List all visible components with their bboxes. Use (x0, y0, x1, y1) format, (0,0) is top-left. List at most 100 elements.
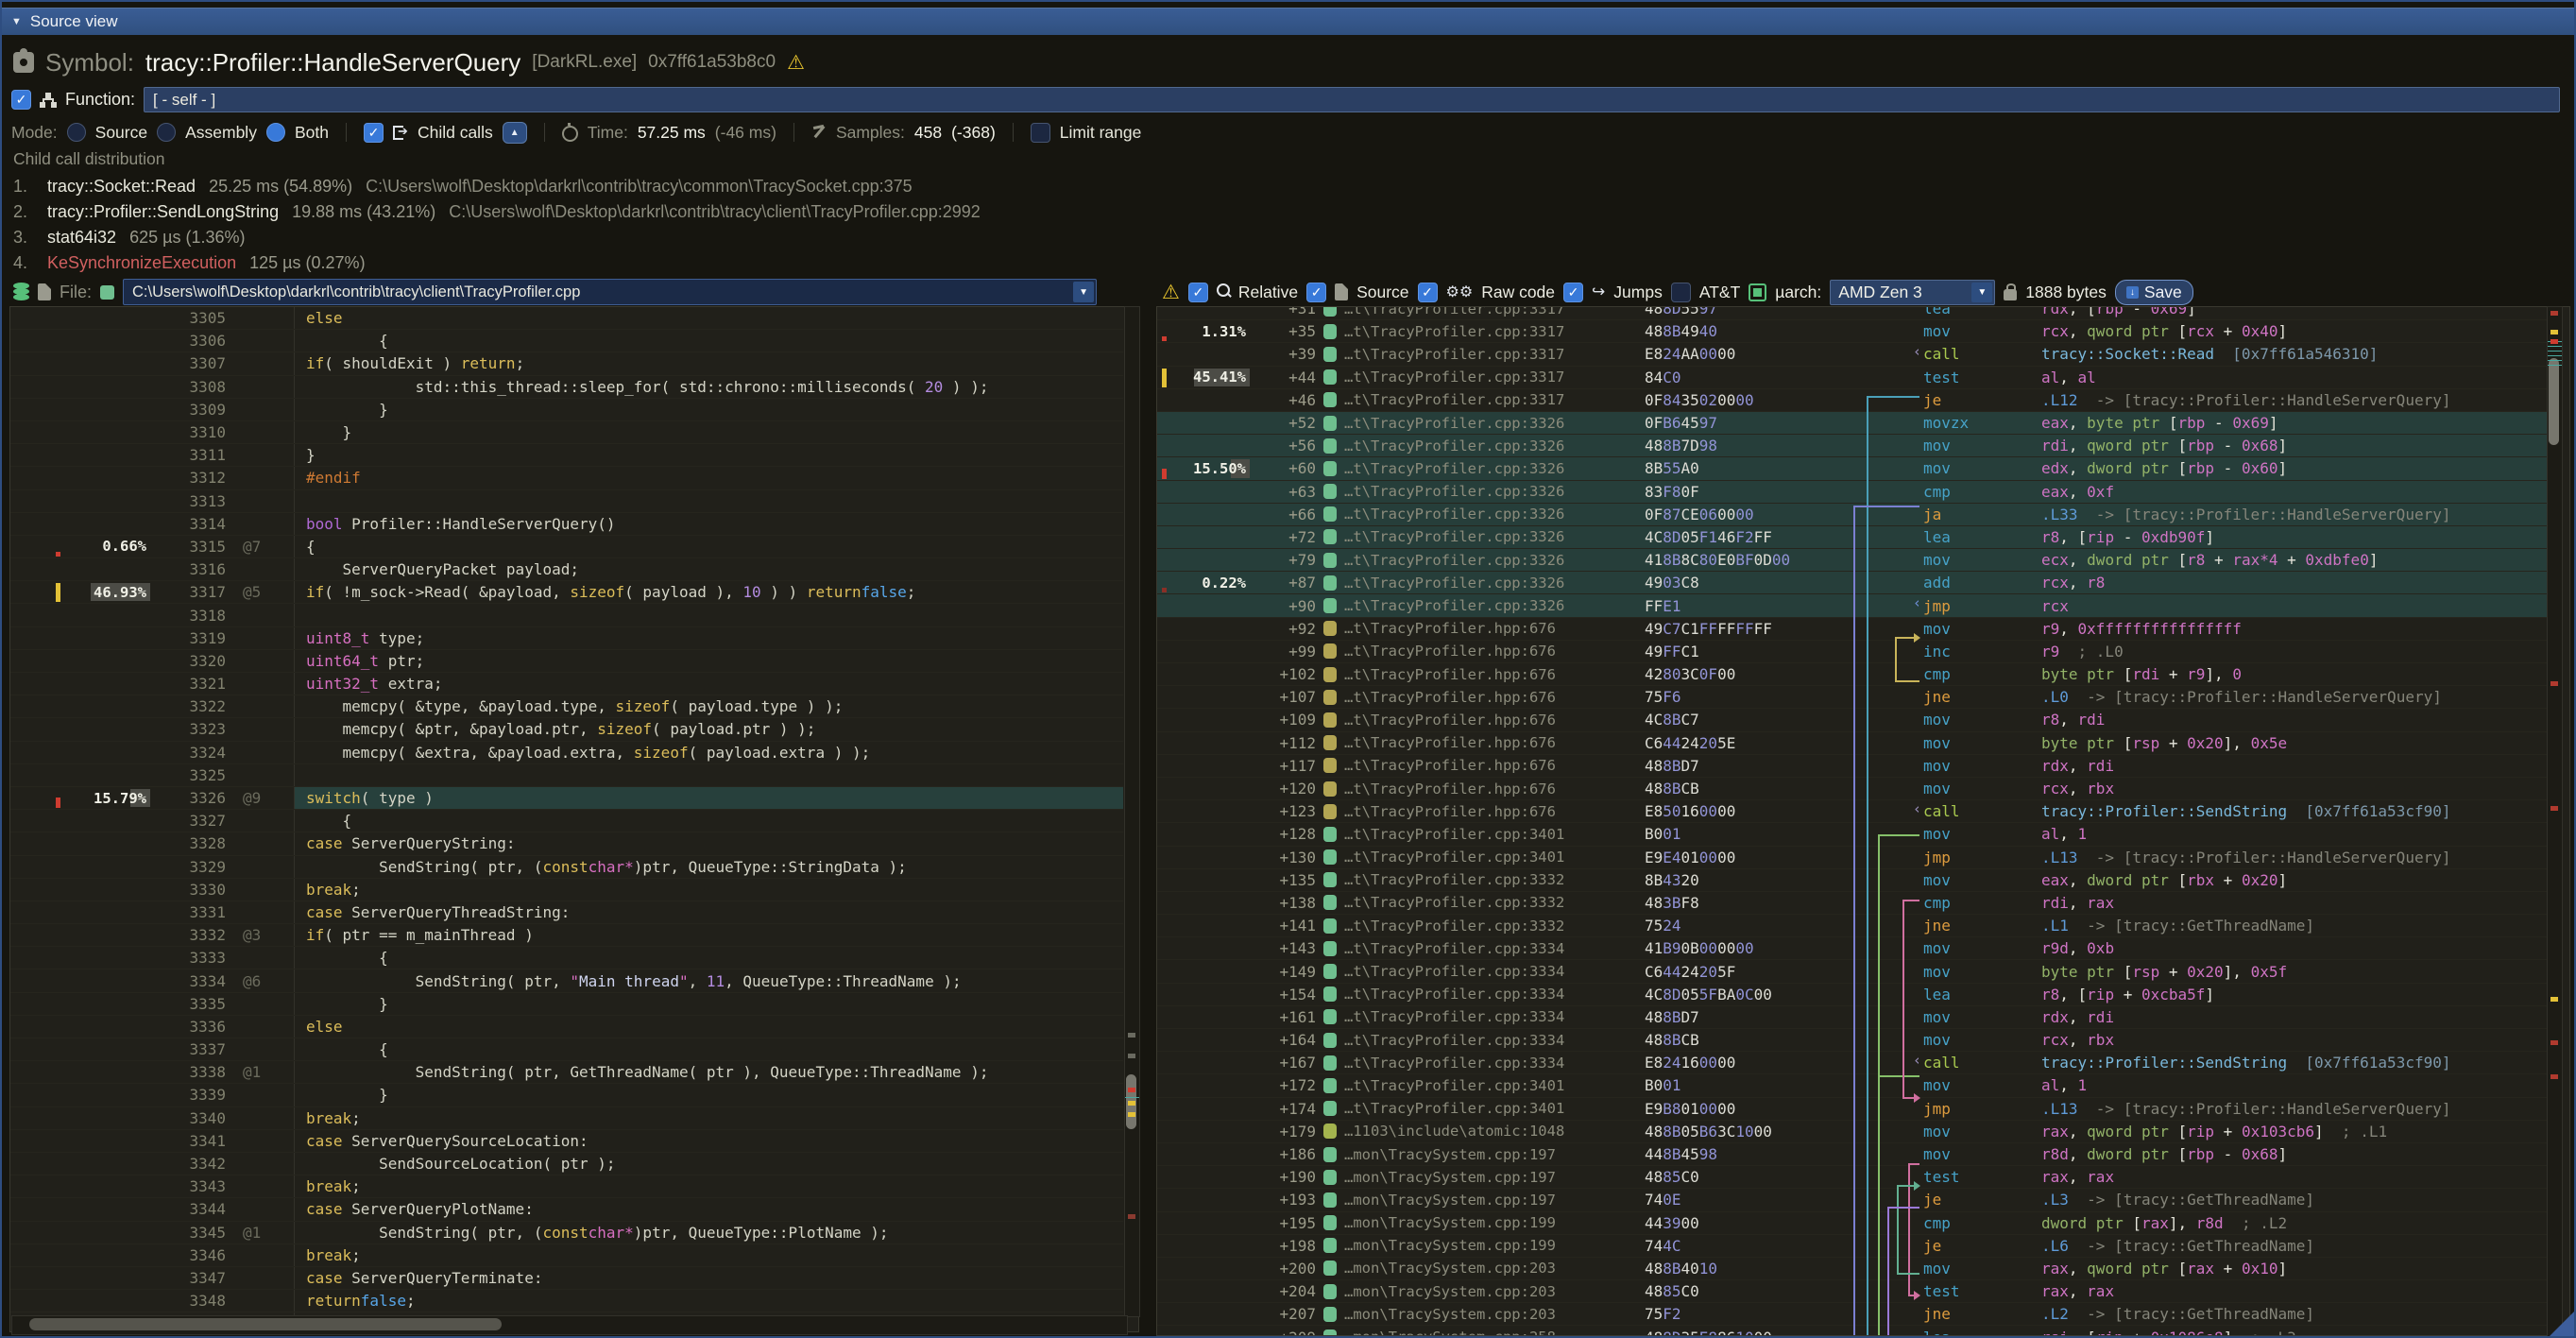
asm-instruction-row[interactable]: +130…t\TracyProfiler.cpp:3401E9E4010000j… (1157, 847, 2552, 869)
source-line[interactable]: 3312#endif (10, 467, 1123, 489)
asm-instruction-row[interactable]: 1.31%+35…t\TracyProfiler.cpp:3317488B494… (1157, 320, 2552, 343)
source-line[interactable]: 3323 memcpy( &ptr, &payload.ptr, sizeof(… (10, 718, 1123, 741)
asm-instruction-row[interactable]: +207…mon\TracySystem.cpp:20375F2jne.L2 -… (1157, 1303, 2552, 1326)
instr-source-location[interactable]: …t\TracyProfiler.cpp:3326 (1344, 552, 1645, 569)
asm-instruction-row[interactable]: +154…t\TracyProfiler.cpp:33344C8D055FBA0… (1157, 984, 2552, 1006)
instr-source-location[interactable]: …t\TracyProfiler.hpp:676 (1344, 712, 1645, 729)
asm-instruction-row[interactable]: +102…t\TracyProfiler.hpp:67642803C0F00cm… (1157, 663, 2552, 686)
asm-instruction-row[interactable]: +31…t\TracyProfiler.cpp:3317488D5597lear… (1157, 306, 2552, 320)
source-line[interactable]: 3342 SendSourceLocation( ptr ); (10, 1153, 1123, 1175)
asm-instruction-row[interactable]: +52…t\TracyProfiler.cpp:33260FB64597movz… (1157, 412, 2552, 435)
child-call-item[interactable]: 1.tracy::Socket::Read25.25 ms (54.89%)C:… (13, 174, 1619, 199)
asm-instruction-row[interactable]: +186…mon\TracySystem.cpp:197448B4598movr… (1157, 1143, 2552, 1166)
asm-instruction-row[interactable]: +79…t\TracyProfiler.cpp:3326418B8C80E0BF… (1157, 549, 2552, 572)
asm-instruction-row[interactable]: +92…t\TracyProfiler.hpp:67649C7C1FFFFFFF… (1157, 618, 2552, 641)
instr-source-location[interactable]: …t\TracyProfiler.cpp:3326 (1344, 575, 1645, 592)
source-line[interactable]: 3335 } (10, 993, 1123, 1016)
source-line[interactable]: 3330 break; (10, 879, 1123, 901)
instr-source-location[interactable]: …mon\TracySystem.cpp:203 (1344, 1283, 1645, 1300)
asm-instruction-row[interactable]: +99…t\TracyProfiler.hpp:67649FFC1incr9 ;… (1157, 641, 2552, 663)
source-line[interactable]: 3308 std::this_thread::sleep_for( std::c… (10, 376, 1123, 399)
source-line[interactable]: 3344 case ServerQueryPlotName: (10, 1198, 1123, 1221)
asm-instruction-row[interactable]: +164…t\TracyProfiler.cpp:3334488BCBmovrc… (1157, 1029, 2552, 1052)
asm-instruction-row[interactable]: +135…t\TracyProfiler.cpp:33328B4320movea… (1157, 869, 2552, 892)
instr-source-location[interactable]: …mon\TracySystem.cpp:203 (1344, 1260, 1645, 1277)
asm-instruction-row[interactable]: +204…mon\TracySystem.cpp:2034885C0testra… (1157, 1280, 2552, 1303)
instr-source-location[interactable]: …t\TracyProfiler.hpp:676 (1344, 757, 1645, 774)
instr-source-location[interactable]: …t\TracyProfiler.cpp:3334 (1344, 1008, 1645, 1025)
source-line[interactable]: 3324 memcpy( &extra, &payload.extra, siz… (10, 742, 1123, 764)
source-line[interactable]: 3307 if( shouldExit ) return; (10, 352, 1123, 375)
instr-source-location[interactable]: …t\TracyProfiler.cpp:3317 (1344, 306, 1645, 317)
instr-source-location[interactable]: …t\TracyProfiler.cpp:3401 (1344, 849, 1645, 866)
source-line[interactable]: 3322 memcpy( &type, &payload.type, sizeo… (10, 695, 1123, 718)
database-icon[interactable] (13, 283, 29, 301)
source-line[interactable]: 3331 case ServerQueryThreadString: (10, 901, 1123, 924)
source-line[interactable]: 3310 } (10, 421, 1123, 444)
source-line[interactable]: 3329 SendString( ptr, (const char*)ptr, … (10, 856, 1123, 879)
source-line[interactable]: 3305 else (10, 307, 1123, 330)
limit-range-checkbox[interactable]: ✓ (1031, 123, 1050, 143)
instr-source-location[interactable]: …t\TracyProfiler.cpp:3401 (1344, 826, 1645, 843)
instr-source-location[interactable]: …t\TracyProfiler.cpp:3401 (1344, 1100, 1645, 1117)
child-calls-up-button[interactable]: ▲ (503, 122, 527, 144)
att-checkbox[interactable]: ✓ (1671, 283, 1691, 302)
asm-instruction-row[interactable]: +167…t\TracyProfiler.cpp:3334E824160000‹… (1157, 1052, 2552, 1074)
instr-source-location[interactable]: …t\TracyProfiler.cpp:3334 (1344, 963, 1645, 980)
asm-instruction-row[interactable]: +198…mon\TracySystem.cpp:199744Cje.L6 ->… (1157, 1235, 2552, 1258)
asm-instruction-row[interactable]: +123…t\TracyProfiler.hpp:676E850160000‹c… (1157, 800, 2552, 823)
source-pane[interactable]: 3305 else3306 {3307 if( shouldExit ) ret… (9, 306, 1139, 1332)
raw-code-checkbox[interactable]: ✓ (1418, 283, 1438, 302)
save-button[interactable]: ↓ Save (2115, 280, 2193, 305)
source-line[interactable]: 3341 case ServerQuerySourceLocation: (10, 1130, 1123, 1153)
asm-instruction-row[interactable]: +190…mon\TracySystem.cpp:1974885C0testra… (1157, 1166, 2552, 1189)
asm-instruction-row[interactable]: +195…mon\TracySystem.cpp:199443900cmpdwo… (1157, 1212, 2552, 1235)
asm-instruction-row[interactable]: +63…t\TracyProfiler.cpp:332683F80Fcmpeax… (1157, 481, 2552, 504)
source-line[interactable]: 3311} (10, 444, 1123, 467)
source-line[interactable]: 3333 { (10, 947, 1123, 969)
instr-source-location[interactable]: …t\TracyProfiler.cpp:3401 (1344, 1077, 1645, 1094)
instr-source-location[interactable]: …mon\TracySystem.cpp:197 (1344, 1146, 1645, 1163)
instr-source-location[interactable]: …mon\TracySystem.cpp:199 (1344, 1237, 1645, 1254)
instr-source-location[interactable]: …t\TracyProfiler.hpp:676 (1344, 643, 1645, 660)
chevron-down-icon[interactable]: ▼ (1971, 283, 1992, 302)
relative-checkbox[interactable]: ✓ (1188, 283, 1208, 302)
instr-source-location[interactable]: …t\TracyProfiler.cpp:3326 (1344, 437, 1645, 455)
child-call-item[interactable]: 2.tracy::Profiler::SendLongString19.88 m… (13, 199, 1619, 225)
child-call-item[interactable]: 4.KeSynchronizeExecution125 µs (0.27%) (13, 250, 1619, 274)
instr-source-location[interactable]: …t\TracyProfiler.cpp:3332 (1344, 894, 1645, 911)
instr-source-location[interactable]: …t\TracyProfiler.cpp:3332 (1344, 918, 1645, 935)
radio-source[interactable] (67, 123, 86, 142)
instr-source-location[interactable]: …t\TracyProfiler.cpp:3332 (1344, 871, 1645, 888)
source-line[interactable]: 3319 uint8_t type; (10, 627, 1123, 650)
assembly-scrollbar[interactable] (2547, 306, 2563, 1338)
source-line[interactable]: 3306 { (10, 330, 1123, 352)
source-line[interactable]: 15.79%3326@9 switch( type ) (10, 787, 1123, 810)
asm-instruction-row[interactable]: +109…t\TracyProfiler.hpp:6764C8BC7movr8,… (1157, 709, 2552, 731)
instr-source-location[interactable]: …t\TracyProfiler.cpp:3334 (1344, 1055, 1645, 1072)
source-line[interactable]: 3338@1 SendString( ptr, GetThreadName( p… (10, 1061, 1123, 1084)
instr-source-location[interactable]: …mon\TracySystem.cpp:197 (1344, 1169, 1645, 1186)
radio-assembly[interactable] (157, 123, 176, 142)
instr-source-location[interactable]: …t\TracyProfiler.cpp:3326 (1344, 415, 1645, 432)
instr-source-location[interactable]: …t\TracyProfiler.hpp:676 (1344, 620, 1645, 637)
instr-source-location[interactable]: …mon\TracySystem.cpp:197 (1344, 1192, 1645, 1209)
instr-source-location[interactable]: …t\TracyProfiler.cpp:3326 (1344, 597, 1645, 614)
file-combo[interactable]: C:\Users\wolf\Desktop\darkrl\contrib\tra… (123, 279, 1097, 305)
chevron-down-icon[interactable]: ▼ (1073, 282, 1094, 302)
asm-instruction-row[interactable]: +193…mon\TracySystem.cpp:197740Eje.L3 ->… (1157, 1189, 2552, 1211)
asm-instruction-row[interactable]: +72…t\TracyProfiler.cpp:33264C8D05F146F2… (1157, 526, 2552, 549)
collapse-icon[interactable]: ▼ (11, 16, 22, 27)
instr-source-location[interactable]: …t\TracyProfiler.cpp:3326 (1344, 483, 1645, 500)
source-line[interactable]: 3327 { (10, 810, 1123, 832)
source-hscrollbar[interactable] (11, 1315, 1128, 1335)
asm-instruction-row[interactable]: +120…t\TracyProfiler.hpp:676488BCBmovrcx… (1157, 778, 2552, 800)
instr-source-location[interactable]: …t\TracyProfiler.cpp:3334 (1344, 1032, 1645, 1049)
source-line[interactable]: 3321 uint32_t extra; (10, 673, 1123, 695)
source-line[interactable]: 3314bool Profiler::HandleServerQuery() (10, 513, 1123, 536)
file-icon[interactable] (38, 283, 51, 300)
source-line[interactable]: 46.93%3317@5 if( !m_sock->Read( &payload… (10, 581, 1123, 604)
jumps-checkbox[interactable]: ✓ (1563, 283, 1583, 302)
asm-instruction-row[interactable]: +46…t\TracyProfiler.cpp:33170F8435020000… (1157, 389, 2552, 412)
radio-both[interactable] (266, 123, 285, 142)
